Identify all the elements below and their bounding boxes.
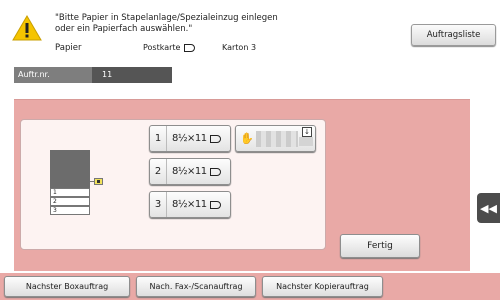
paper-postcard-label: Postkarte (143, 43, 181, 52)
tray-size-label: 8½×11 (172, 133, 207, 144)
warning-message-line1: "Bitte Papier in Stapelanlage/Spezialein… (55, 13, 278, 23)
machine-tray-1: 1 (50, 188, 90, 197)
tray-number: 1 (150, 126, 167, 151)
paper-orientation-icon (209, 134, 221, 143)
machine-tray-3: 3 (50, 206, 90, 215)
warning-message: "Bitte Papier in Stapelanlage/Spezialein… (55, 13, 395, 35)
job-number-label: Auftr.nr. (14, 67, 92, 83)
download-arrow-icon: ↓ (302, 127, 312, 137)
bypass-tray-button[interactable]: ✋ ↓ (235, 125, 316, 152)
done-button[interactable]: Fertig (340, 234, 420, 258)
tray-size: 8½×11 (167, 166, 221, 177)
next-copy-job-button[interactable]: Nachster Kopierauftrag (262, 276, 383, 297)
tray-button-3[interactable]: 3 8½×11 (149, 191, 231, 218)
hand-icon: ✋ (240, 132, 254, 145)
paper-cardstock: Karton 3 (222, 43, 257, 52)
tray-size: 8½×11 (167, 133, 221, 144)
machine-body (50, 150, 90, 188)
job-number-value: 11 (92, 67, 172, 83)
warning-message-line2: oder ein Papierfach auswählen." (55, 24, 193, 34)
tray-number: 2 (150, 159, 167, 184)
warning-icon (12, 15, 42, 41)
paper-label: Papier (55, 43, 82, 53)
bypass-tray-indicator (94, 178, 103, 185)
job-number-bar: Auftr.nr. 11 (14, 67, 172, 83)
machine-tray-2: 2 (50, 197, 90, 206)
tray-number: 3 (150, 192, 167, 217)
job-list-button[interactable]: Auftragsliste (411, 24, 496, 46)
tray-button-1[interactable]: 1 8½×11 (149, 125, 231, 152)
paper-orientation-icon (209, 167, 221, 176)
next-box-job-button[interactable]: Nachster Boxauftrag (4, 276, 130, 297)
bypass-paper-preview (256, 131, 298, 147)
tray-button-2[interactable]: 2 8½×11 (149, 158, 231, 185)
paper-orientation-icon (184, 43, 196, 52)
tray-size: 8½×11 (167, 199, 221, 210)
paper-postcard: Postkarte (143, 43, 196, 52)
bypass-paper-preview-edge (299, 137, 313, 146)
machine-illustration: 1 2 3 (50, 150, 90, 216)
next-fax-scan-job-button[interactable]: Nach. Fax-/Scanauftrag (136, 276, 256, 297)
tray-size-label: 8½×11 (172, 166, 207, 177)
collapse-panel-icon[interactable]: ◀◀ (477, 193, 500, 223)
tray-size-label: 8½×11 (172, 199, 207, 210)
paper-orientation-icon (209, 200, 221, 209)
